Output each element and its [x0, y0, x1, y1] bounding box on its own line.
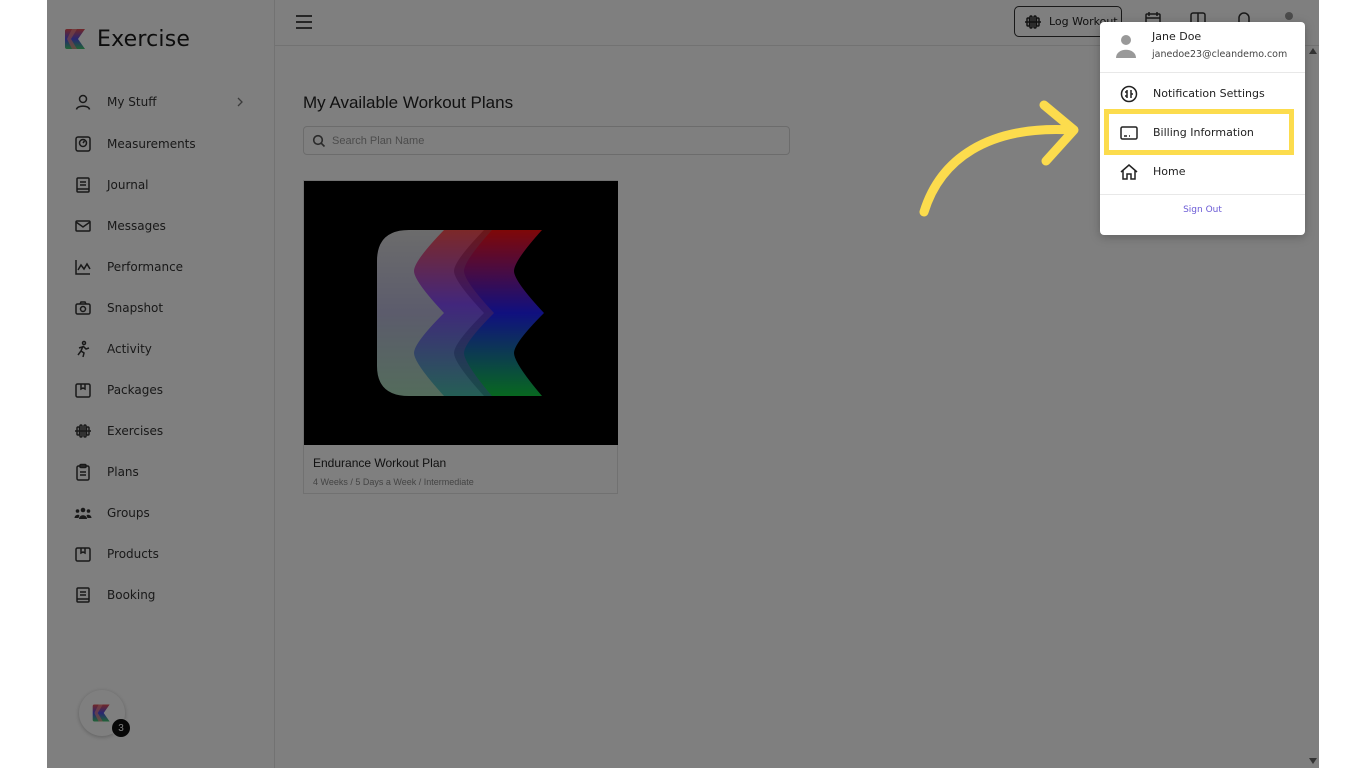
home-icon [1120, 163, 1138, 180]
menu-divider [1100, 194, 1305, 195]
sidebar-item-performance[interactable]: Performance [47, 247, 274, 287]
user-name: Jane Doe [1152, 30, 1202, 43]
sidebar-item-label: Activity [107, 342, 152, 356]
sidebar-item-plans[interactable]: Plans [47, 452, 274, 492]
sidebar-item-snapshot[interactable]: Snapshot [47, 288, 274, 328]
sidebar-item-my-stuff[interactable]: My Stuff [47, 82, 274, 122]
chart-icon [75, 260, 91, 275]
user-info: Jane Doe janedoe23@cleandemo.com [1100, 22, 1305, 73]
plan-card-meta: 4 Weeks / 5 Days a Week / Intermediate [313, 477, 474, 487]
sidebar-item-label: Products [107, 547, 159, 561]
sidebar-item-label: Booking [107, 588, 156, 602]
chevron-right-icon [237, 97, 243, 107]
dumbbell-icon [1025, 14, 1041, 29]
user-icon [75, 94, 91, 110]
notification-count-badge: 3 [111, 718, 131, 738]
menu-item-label: Notification Settings [1153, 87, 1265, 100]
dumbbell-icon [75, 424, 91, 438]
camera-icon [75, 301, 91, 315]
menu-item-label: Home [1153, 165, 1186, 178]
sidebar-item-products[interactable]: Products [47, 534, 274, 574]
plan-card-title: Endurance Workout Plan [313, 456, 447, 470]
user-email: janedoe23@cleandemo.com [1152, 49, 1288, 60]
sidebar-item-measurements[interactable]: Measurements [47, 124, 274, 164]
sidebar-item-label: Performance [107, 260, 184, 274]
sidebar-item-label: Packages [107, 383, 163, 397]
plan-card-image [304, 181, 618, 445]
sidebar-item-activity[interactable]: Activity [47, 329, 274, 369]
plan-logo-image [377, 230, 544, 396]
package-icon [75, 383, 91, 398]
notification-settings-icon [1120, 85, 1138, 102]
sidebar-item-label: Messages [107, 219, 166, 233]
page-title: My Available Workout Plans [303, 93, 514, 112]
logo-icon [65, 29, 85, 49]
sign-out-link[interactable]: Sign Out [1100, 205, 1305, 215]
product-icon [75, 547, 91, 562]
pointer-arrow-icon [919, 100, 1079, 217]
sidebar-item-exercises[interactable]: Exercises [47, 411, 274, 451]
sidebar-item-label: My Stuff [107, 95, 157, 109]
logo-icon [92, 704, 110, 722]
search-icon [312, 134, 326, 147]
clipboard-icon [76, 463, 90, 481]
menu-item-notification-settings[interactable]: Notification Settings [1100, 74, 1305, 113]
journal-icon [76, 177, 90, 193]
sidebar-item-label: Snapshot [107, 301, 164, 315]
menu-item-home[interactable]: Home [1100, 152, 1305, 191]
brand[interactable]: Exercise [63, 26, 190, 52]
highlight-box [1104, 109, 1294, 155]
sidebar-item-label: Groups [107, 506, 150, 520]
plan-card[interactable]: Endurance Workout Plan 4 Weeks / 5 Days … [303, 180, 618, 494]
scrollbar[interactable] [1307, 46, 1319, 768]
hamburger-menu-icon[interactable] [295, 14, 313, 30]
scale-icon [75, 136, 91, 152]
sidebar-item-label: Journal [107, 178, 149, 192]
search-input[interactable] [330, 133, 774, 148]
app-title: Exercise [97, 26, 191, 52]
sidebar-item-booking[interactable]: Booking [47, 575, 274, 615]
envelope-icon [75, 220, 91, 232]
app-window: Exercise My Stuff Measurements Journal M… [47, 0, 1319, 768]
sidebar-item-label: Measurements [107, 137, 196, 151]
sidebar-item-label: Exercises [107, 424, 164, 438]
sidebar-item-label: Plans [107, 465, 139, 479]
running-icon [77, 340, 90, 358]
sidebar: Exercise My Stuff Measurements Journal M… [47, 0, 275, 768]
group-icon [74, 507, 92, 519]
user-avatar-icon [1116, 35, 1136, 58]
sidebar-item-packages[interactable]: Packages [47, 370, 274, 410]
sidebar-item-journal[interactable]: Journal [47, 165, 274, 205]
sidebar-item-groups[interactable]: Groups [47, 493, 274, 533]
sidebar-item-messages[interactable]: Messages [47, 206, 274, 246]
search-box[interactable] [303, 126, 790, 155]
book-icon [76, 587, 90, 603]
